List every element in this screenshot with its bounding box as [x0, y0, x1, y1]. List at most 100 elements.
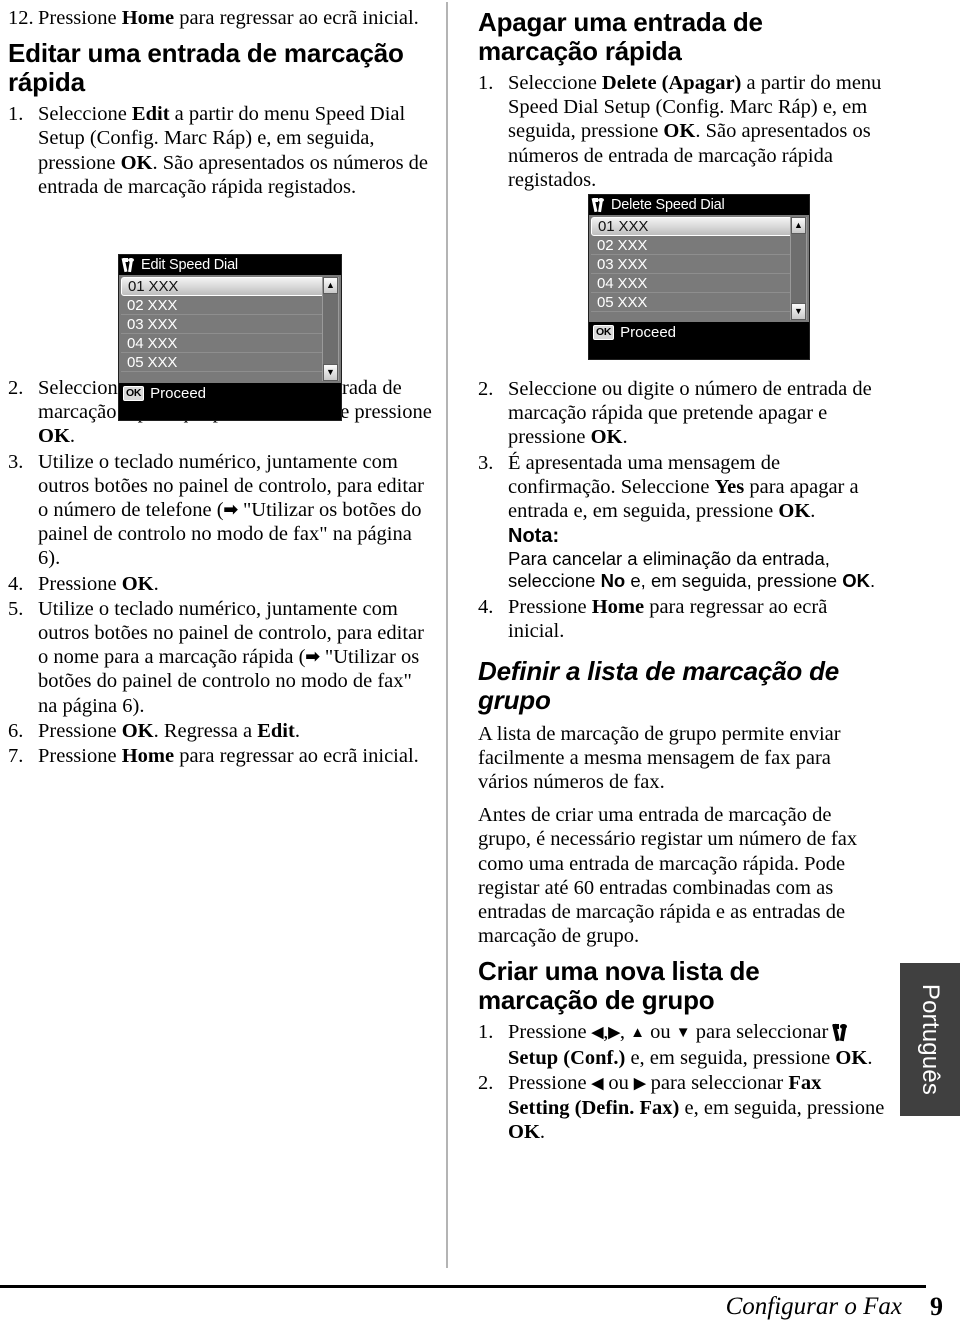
lcd-footerbar: OK Proceed [119, 383, 341, 404]
lcd-list-item[interactable]: 03 XXX [121, 315, 339, 334]
lcd-scrollbar[interactable]: ▲ ▼ [322, 277, 339, 381]
scroll-up-icon[interactable]: ▲ [323, 277, 338, 294]
ok-key-icon: OK [123, 386, 145, 401]
lcd-footer-label: Proceed [150, 385, 207, 402]
scroll-down-icon[interactable]: ▼ [791, 303, 806, 320]
lcd-list-item[interactable]: 04 XXX [121, 334, 339, 353]
step-text-part: para regressar ao ecrã inicial. [174, 7, 419, 29]
note-text-bold: OK [842, 570, 870, 592]
step-text-bold: Edit [131, 103, 170, 126]
lcd-list-item[interactable]: 01 XXX [591, 217, 806, 236]
step-text: É apresentada uma mensagem de confirmaçã… [508, 451, 886, 595]
scroll-down-icon[interactable]: ▼ [323, 364, 338, 381]
step-text: Pressione Home para regressar ao ecrã in… [508, 595, 886, 643]
step-text-part: para seleccionar [645, 1071, 789, 1094]
wrench-icon [591, 197, 606, 213]
step-number: 1. [478, 1021, 494, 1044]
step-text-bold: OK [835, 1046, 868, 1069]
lcd-list-item[interactable]: 05 XXX [121, 353, 339, 372]
step-item: 12. Pressione Home para regressar ao ecr… [8, 6, 433, 30]
lcd-list: 01 XXX 02 XXX 03 XXX 04 XXX 05 XXX ▲ ▼ [589, 215, 809, 322]
step-text-part: Seleccione [38, 103, 132, 126]
column-divider [446, 2, 448, 1268]
step-text-part: . [69, 425, 76, 448]
step-text-part: ou [603, 1071, 634, 1094]
step-text-bold: OK [120, 151, 153, 174]
step-number: 3. [478, 451, 494, 474]
step-item: 5. Utilize o teclado numérico, juntament… [8, 597, 433, 718]
lcd-scrollbar[interactable]: ▲ ▼ [790, 217, 807, 320]
step-item: 2. Seleccione ou digite o número de entr… [478, 377, 886, 450]
step-text: Pressione OK. Regressa a Edit. [38, 719, 433, 743]
lcd-title: Delete Speed Dial [611, 197, 725, 213]
step-text-bold: Delete (Apagar) [601, 72, 742, 94]
step-text-part: Pressione [508, 1021, 592, 1044]
step-item: 1. Seleccione Edit a partir do menu Spee… [8, 102, 433, 199]
lcd-list-item[interactable]: 02 XXX [591, 236, 807, 255]
group-paragraph-2: Antes de criar uma entrada de marcação d… [478, 804, 858, 948]
step-text-part: . [539, 1121, 546, 1144]
lcd-list-item[interactable]: 04 XXX [591, 274, 807, 293]
lcd-footer-label: Proceed [620, 324, 677, 341]
step-number: 1. [8, 103, 24, 126]
step-number: 6. [8, 719, 24, 742]
step-number: 7. [8, 745, 24, 768]
lcd-list-item[interactable]: 05 XXX [591, 293, 807, 312]
create-steps-list: 1. Pressione ◀,▶, ▲ ou ▼ para selecciona… [478, 1020, 886, 1144]
step-item: 2. Pressione ◀ ou ▶ para seleccionar Fax… [478, 1071, 886, 1145]
cross-reference-arrow-icon: ➡ [305, 647, 320, 667]
step-text-bold: Home [121, 7, 175, 29]
step-text-part: ou [645, 1021, 676, 1044]
heading-define-group-dial-list: Definir a lista de marcação de grupo [478, 655, 840, 715]
step-text-part: . [810, 500, 816, 523]
step-number: 2. [478, 1071, 494, 1094]
step-item: 1. Seleccione Delete (Apagar) a partir d… [478, 71, 886, 192]
step-text-bold: Setup (Conf.) [508, 1046, 626, 1069]
step-text-part: . [153, 572, 159, 595]
step-text-bold: OK [663, 120, 696, 143]
step-text-part: para regressar ao ecrã inicial. [174, 745, 419, 768]
step-text: Pressione ◀,▶, ▲ ou ▼ para seleccionar S… [508, 1020, 886, 1069]
step-number: 3. [8, 450, 24, 473]
step-text: Utilize o teclado numérico, juntamente c… [38, 450, 433, 571]
step-number: 2. [478, 378, 494, 401]
setup-wrench-icon [832, 1024, 849, 1042]
step-text-bold: OK [590, 426, 623, 449]
left-column: 12. Pressione Home para regressar ao ecr… [8, 6, 433, 769]
note-text-bold: No [600, 570, 626, 592]
step-text-bold: OK [121, 719, 154, 742]
step-text-part: Pressione [38, 719, 122, 742]
note-label: Nota: [508, 525, 560, 548]
step-text: Seleccione Edit a partir do menu Speed D… [38, 102, 433, 199]
step-text-bold: OK [121, 572, 154, 595]
lcd-titlebar: Delete Speed Dial [589, 195, 809, 215]
step-text: Seleccione Delete (Apagar) a partir do m… [508, 71, 886, 192]
step-item: 6. Pressione OK. Regressa a Edit. [8, 719, 433, 743]
note-body: Para cancelar a eliminação da entrada, s… [508, 548, 886, 592]
step-text-part: Pressione [508, 596, 592, 619]
footer-rule [0, 1285, 926, 1288]
cross-reference-arrow-icon: ➡ [223, 500, 238, 520]
scroll-up-icon[interactable]: ▲ [791, 217, 806, 234]
step-text-bold: Yes [714, 475, 745, 498]
lcd-title: Edit Speed Dial [141, 257, 238, 273]
step-text-part: para seleccionar [690, 1021, 834, 1044]
right-arrow-icon: ▶ [608, 1025, 620, 1042]
step-text-part: Pressione [508, 1071, 592, 1094]
step-text-bold: OK [38, 425, 70, 448]
step-text: Pressione ◀ ou ▶ para seleccionar Fax Se… [508, 1071, 886, 1145]
heading-delete-speed-dial: Apagar uma entrada de marcação rápida [478, 7, 763, 66]
lcd-list-item[interactable]: 02 XXX [121, 296, 339, 315]
step-text-bold: Edit [257, 719, 295, 742]
step-text-part: . Regressa a [153, 719, 258, 742]
heading-edit-speed-dial: Editar uma entrada de marcação rápida [8, 38, 404, 98]
footer-page-number: 9 [930, 1292, 943, 1321]
lcd-list-item[interactable]: 03 XXX [591, 255, 807, 274]
lcd-list-item[interactable]: 01 XXX [121, 277, 338, 296]
right-column: Apagar uma entrada de marcação rápida 1.… [478, 6, 886, 1145]
step-text: Seleccione ou digite o número de entrada… [508, 377, 886, 450]
lcd-screenshot-delete-speed-dial: Delete Speed Dial 01 XXX 02 XXX 03 XXX 0… [588, 194, 810, 360]
step-text-bold: Home [591, 596, 645, 619]
step-text: Utilize o teclado numérico, juntamente c… [38, 597, 433, 718]
step-item: 3. Utilize o teclado numérico, juntament… [8, 450, 433, 571]
